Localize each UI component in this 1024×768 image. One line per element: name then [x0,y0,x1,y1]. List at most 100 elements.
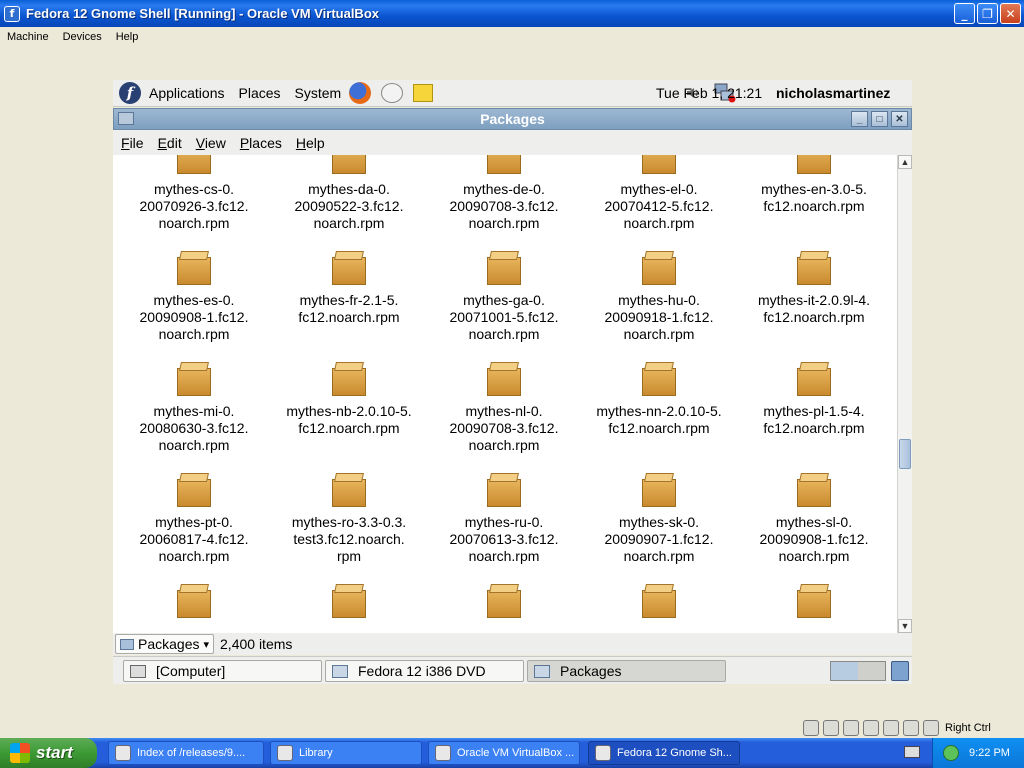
file-item[interactable]: mythes-nb-2.0.10-5. fc12.noarch.rpm [274,362,424,437]
file-item[interactable]: mythes-hu-0. 20090918-1.fc12. noarch.rpm [584,251,734,343]
scroll-up-arrow-icon[interactable]: ▲ [898,155,912,169]
file-item[interactable] [429,584,579,625]
vbox-menubar: Machine Devices Help [0,27,1024,46]
task-packages[interactable]: Packages [527,660,726,682]
taskbar-item-fedora[interactable]: Fedora 12 Gnome Sh... [588,741,740,765]
nautilus-close-button[interactable]: ✕ [891,111,908,127]
menu-view[interactable]: View [196,135,226,151]
file-item[interactable]: mythes-pl-1.5-4. fc12.noarch.rpm [739,362,889,437]
file-item[interactable] [274,584,424,625]
file-item[interactable]: mythes-ro-3.3-0.3. test3.fc12.noarch. rp… [274,473,424,565]
package-icon [332,473,366,507]
file-name: mythes-nl-0. 20090708-3.fc12. noarch.rpm [449,403,559,453]
menu-system[interactable]: System [295,85,342,101]
file-item[interactable]: mythes-nl-0. 20090708-3.fc12. noarch.rpm [429,362,579,454]
gnome-top-panel: f Applications Places System Tue Feb 1, … [113,80,912,107]
vbox-titlebar[interactable]: f Fedora 12 Gnome Shell [Running] - Orac… [0,0,1024,27]
file-name: mythes-pl-1.5-4. fc12.noarch.rpm [763,403,865,436]
taskbar-item-label: Oracle VM VirtualBox ... [457,747,575,759]
panel-username[interactable]: nicholasmartinez [776,85,890,101]
package-icon [642,362,676,396]
trash-icon[interactable] [891,661,909,681]
file-name: mythes-cs-0. 20070926-3.fc12. noarch.rpm [139,181,249,231]
task-fedora-dvd[interactable]: Fedora 12 i386 DVD [325,660,524,682]
file-item[interactable]: mythes-ga-0. 20071001-5.fc12. noarch.rpm [429,251,579,343]
file-item[interactable] [584,584,734,625]
menu-places-nautilus[interactable]: Places [240,135,282,151]
scroll-down-arrow-icon[interactable]: ▼ [898,619,912,633]
file-item[interactable]: mythes-sk-0. 20090907-1.fc12. noarch.rpm [584,473,734,565]
cpu-icon[interactable] [903,720,919,736]
menu-help[interactable]: Help [109,31,146,43]
taskbar-item-label: Index of /releases/9.... [137,747,246,759]
network-adapter-icon[interactable] [863,720,879,736]
file-name: mythes-ru-0. 20070613-3.fc12. noarch.rpm [449,514,559,564]
package-icon [332,155,366,174]
location-dropdown[interactable]: Packages ▾ [115,634,215,654]
text-editor-icon[interactable] [413,84,434,102]
file-item[interactable]: mythes-pt-0. 20060817-4.fc12. noarch.rpm [119,473,269,565]
taskbar-item-index[interactable]: Index of /releases/9.... [108,741,264,765]
menu-applications[interactable]: Applications [149,85,225,101]
item-count: 2,400 items [220,636,293,652]
file-item[interactable] [739,584,889,625]
nautilus-minimize-button[interactable]: _ [851,111,868,127]
package-icon [642,473,676,507]
taskbar-item-virtualbox[interactable]: Oracle VM VirtualBox ... [428,741,580,765]
file-item[interactable]: mythes-it-2.0.9l-4. fc12.noarch.rpm [739,251,889,326]
system-clock[interactable]: 9:22 PM [969,747,1010,759]
file-name: mythes-el-0. 20070412-5.fc12. noarch.rpm [604,181,714,231]
taskbar-item-library[interactable]: Library [270,741,422,765]
file-item[interactable]: mythes-mi-0. 20080630-3.fc12. noarch.rpm [119,362,269,454]
file-item[interactable]: mythes-fr-2.1-5. fc12.noarch.rpm [274,251,424,326]
file-item[interactable]: mythes-el-0. 20070412-5.fc12. noarch.rpm [584,155,734,232]
menu-devices[interactable]: Devices [56,31,109,43]
menu-help-nautilus[interactable]: Help [296,135,325,151]
firefox-icon[interactable] [349,82,372,104]
file-name: mythes-en-3.0-5. fc12.noarch.rpm [761,181,867,214]
xp-taskbar: start Index of /releases/9.... Library O… [0,738,1024,768]
menu-machine[interactable]: Machine [0,31,56,43]
file-item[interactable]: mythes-de-0. 20090708-3.fc12. noarch.rpm [429,155,579,232]
task-computer[interactable]: [Computer] [123,660,322,682]
file-item[interactable]: mythes-nn-2.0.10-5. fc12.noarch.rpm [584,362,734,437]
shared-folder-icon[interactable] [883,720,899,736]
file-item[interactable]: mythes-ru-0. 20070613-3.fc12. noarch.rpm [429,473,579,565]
file-item[interactable]: mythes-sl-0. 20090908-1.fc12. noarch.rpm [739,473,889,565]
workspace-1[interactable] [831,662,858,680]
menu-edit[interactable]: Edit [158,135,182,151]
package-icon [487,473,521,507]
package-icon [797,155,831,174]
file-item[interactable]: mythes-es-0. 20090908-1.fc12. noarch.rpm [119,251,269,343]
hard-disk-icon[interactable] [803,720,819,736]
file-name: mythes-es-0. 20090908-1.fc12. noarch.rpm [139,292,249,342]
workspace-switcher[interactable] [830,661,886,681]
restore-button[interactable]: ❐ [977,3,998,24]
file-item[interactable] [119,584,269,625]
nautilus-maximize-button[interactable]: □ [871,111,888,127]
nautilus-titlebar[interactable]: Packages _ □ ✕ [113,108,912,130]
scrollbar-thumb[interactable] [899,439,911,469]
menu-places[interactable]: Places [239,85,281,101]
keyboard-icon[interactable] [904,746,920,758]
file-item[interactable]: mythes-en-3.0-5. fc12.noarch.rpm [739,155,889,215]
start-button[interactable]: start [0,738,97,768]
usb-icon[interactable] [843,720,859,736]
cd-drive-icon[interactable] [823,720,839,736]
file-name: mythes-ga-0. 20071001-5.fc12. noarch.rpm [449,292,559,342]
file-icon-view[interactable]: mythes-cs-0. 20070926-3.fc12. noarch.rpm… [113,155,897,633]
mail-client-icon[interactable] [381,83,404,103]
fedora-logo-icon[interactable]: f [119,82,141,104]
vertical-scrollbar[interactable]: ▲ ▼ [897,155,912,633]
file-item[interactable]: mythes-da-0. 20090522-3.fc12. noarch.rpm [274,155,424,232]
file-item[interactable]: mythes-cs-0. 20070926-3.fc12. noarch.rpm [119,155,269,232]
network-status-icon[interactable] [943,745,959,761]
minimize-button[interactable]: _ [954,3,975,24]
panel-clock[interactable]: Tue Feb 1, 21:21 [656,85,762,101]
menu-file[interactable]: File [121,135,144,151]
package-icon [797,584,831,618]
mouse-integration-icon[interactable] [923,720,939,736]
workspace-2[interactable] [858,662,885,680]
file-name: mythes-nn-2.0.10-5. fc12.noarch.rpm [596,403,722,436]
close-button[interactable]: ✕ [1000,3,1021,24]
